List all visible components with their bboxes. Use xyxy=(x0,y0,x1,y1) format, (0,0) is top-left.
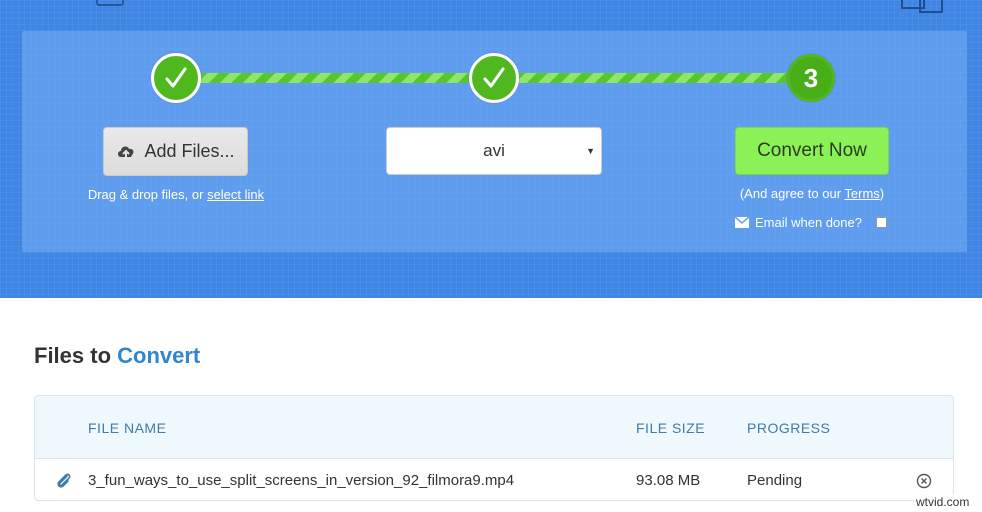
table-row: 3_fun_ways_to_use_split_screens_in_versi… xyxy=(35,460,953,500)
caret-down-icon: ▼ xyxy=(586,146,595,156)
file-name: 3_fun_ways_to_use_split_screens_in_versi… xyxy=(88,472,515,489)
select-link[interactable]: select link xyxy=(207,187,264,202)
add-files-label: Add Files... xyxy=(144,141,235,161)
file-size: 93.08 MB xyxy=(636,472,701,489)
terms-link[interactable]: Terms xyxy=(844,186,879,201)
step-3-number: 3 xyxy=(803,62,819,93)
step-2-complete xyxy=(469,53,519,103)
files-table: FILE NAME FILE SIZE PROGRESS 3_fun_ways_… xyxy=(34,395,954,501)
close-circle-icon[interactable] xyxy=(916,473,932,489)
column-header-file-name: FILE NAME xyxy=(88,420,167,436)
email-checkbox[interactable] xyxy=(875,217,887,228)
column-header-progress: PROGRESS xyxy=(747,420,831,436)
progress-track-2 xyxy=(514,73,796,83)
email-label: Email when done? xyxy=(755,215,862,230)
progress-track-1 xyxy=(196,73,478,83)
files-section-title: Files to Convert xyxy=(34,343,200,369)
convert-now-label: Convert Now xyxy=(757,140,867,161)
convert-now-button[interactable]: Convert Now xyxy=(735,127,889,175)
paperclip-icon xyxy=(57,473,71,488)
title-part2: Convert xyxy=(117,343,201,368)
add-files-button[interactable]: Add Files... xyxy=(103,127,248,176)
check-icon xyxy=(165,67,187,88)
decorative-device-icon xyxy=(96,0,124,6)
cloud-upload-icon xyxy=(118,146,134,160)
hero-banner: 3 Add Files... Drag & drop files, or sel… xyxy=(0,0,982,298)
step-1-complete xyxy=(151,53,201,103)
title-part1: Files to xyxy=(34,343,118,368)
output-format-select[interactable]: avi ▼ xyxy=(386,127,602,175)
drag-drop-text: Drag & drop files, or xyxy=(87,187,208,202)
terms-agreement: (And agree to our Terms) xyxy=(728,186,896,201)
file-progress: Pending xyxy=(747,472,803,489)
watermark: wtvid.com xyxy=(914,494,972,510)
selected-format: avi xyxy=(483,141,505,160)
column-header-file-size: FILE SIZE xyxy=(636,420,706,436)
envelope-icon xyxy=(735,217,749,228)
table-header: FILE NAME FILE SIZE PROGRESS xyxy=(35,396,953,459)
email-when-done-option: Email when done? xyxy=(735,215,887,230)
step-3-current: 3 xyxy=(787,54,835,102)
decorative-monitor-icon xyxy=(901,0,943,13)
check-icon xyxy=(483,67,505,88)
agree-suffix: ) xyxy=(879,186,885,201)
drag-drop-hint: Drag & drop files, or select link xyxy=(70,187,282,202)
agree-prefix: (And agree to our xyxy=(739,186,845,201)
